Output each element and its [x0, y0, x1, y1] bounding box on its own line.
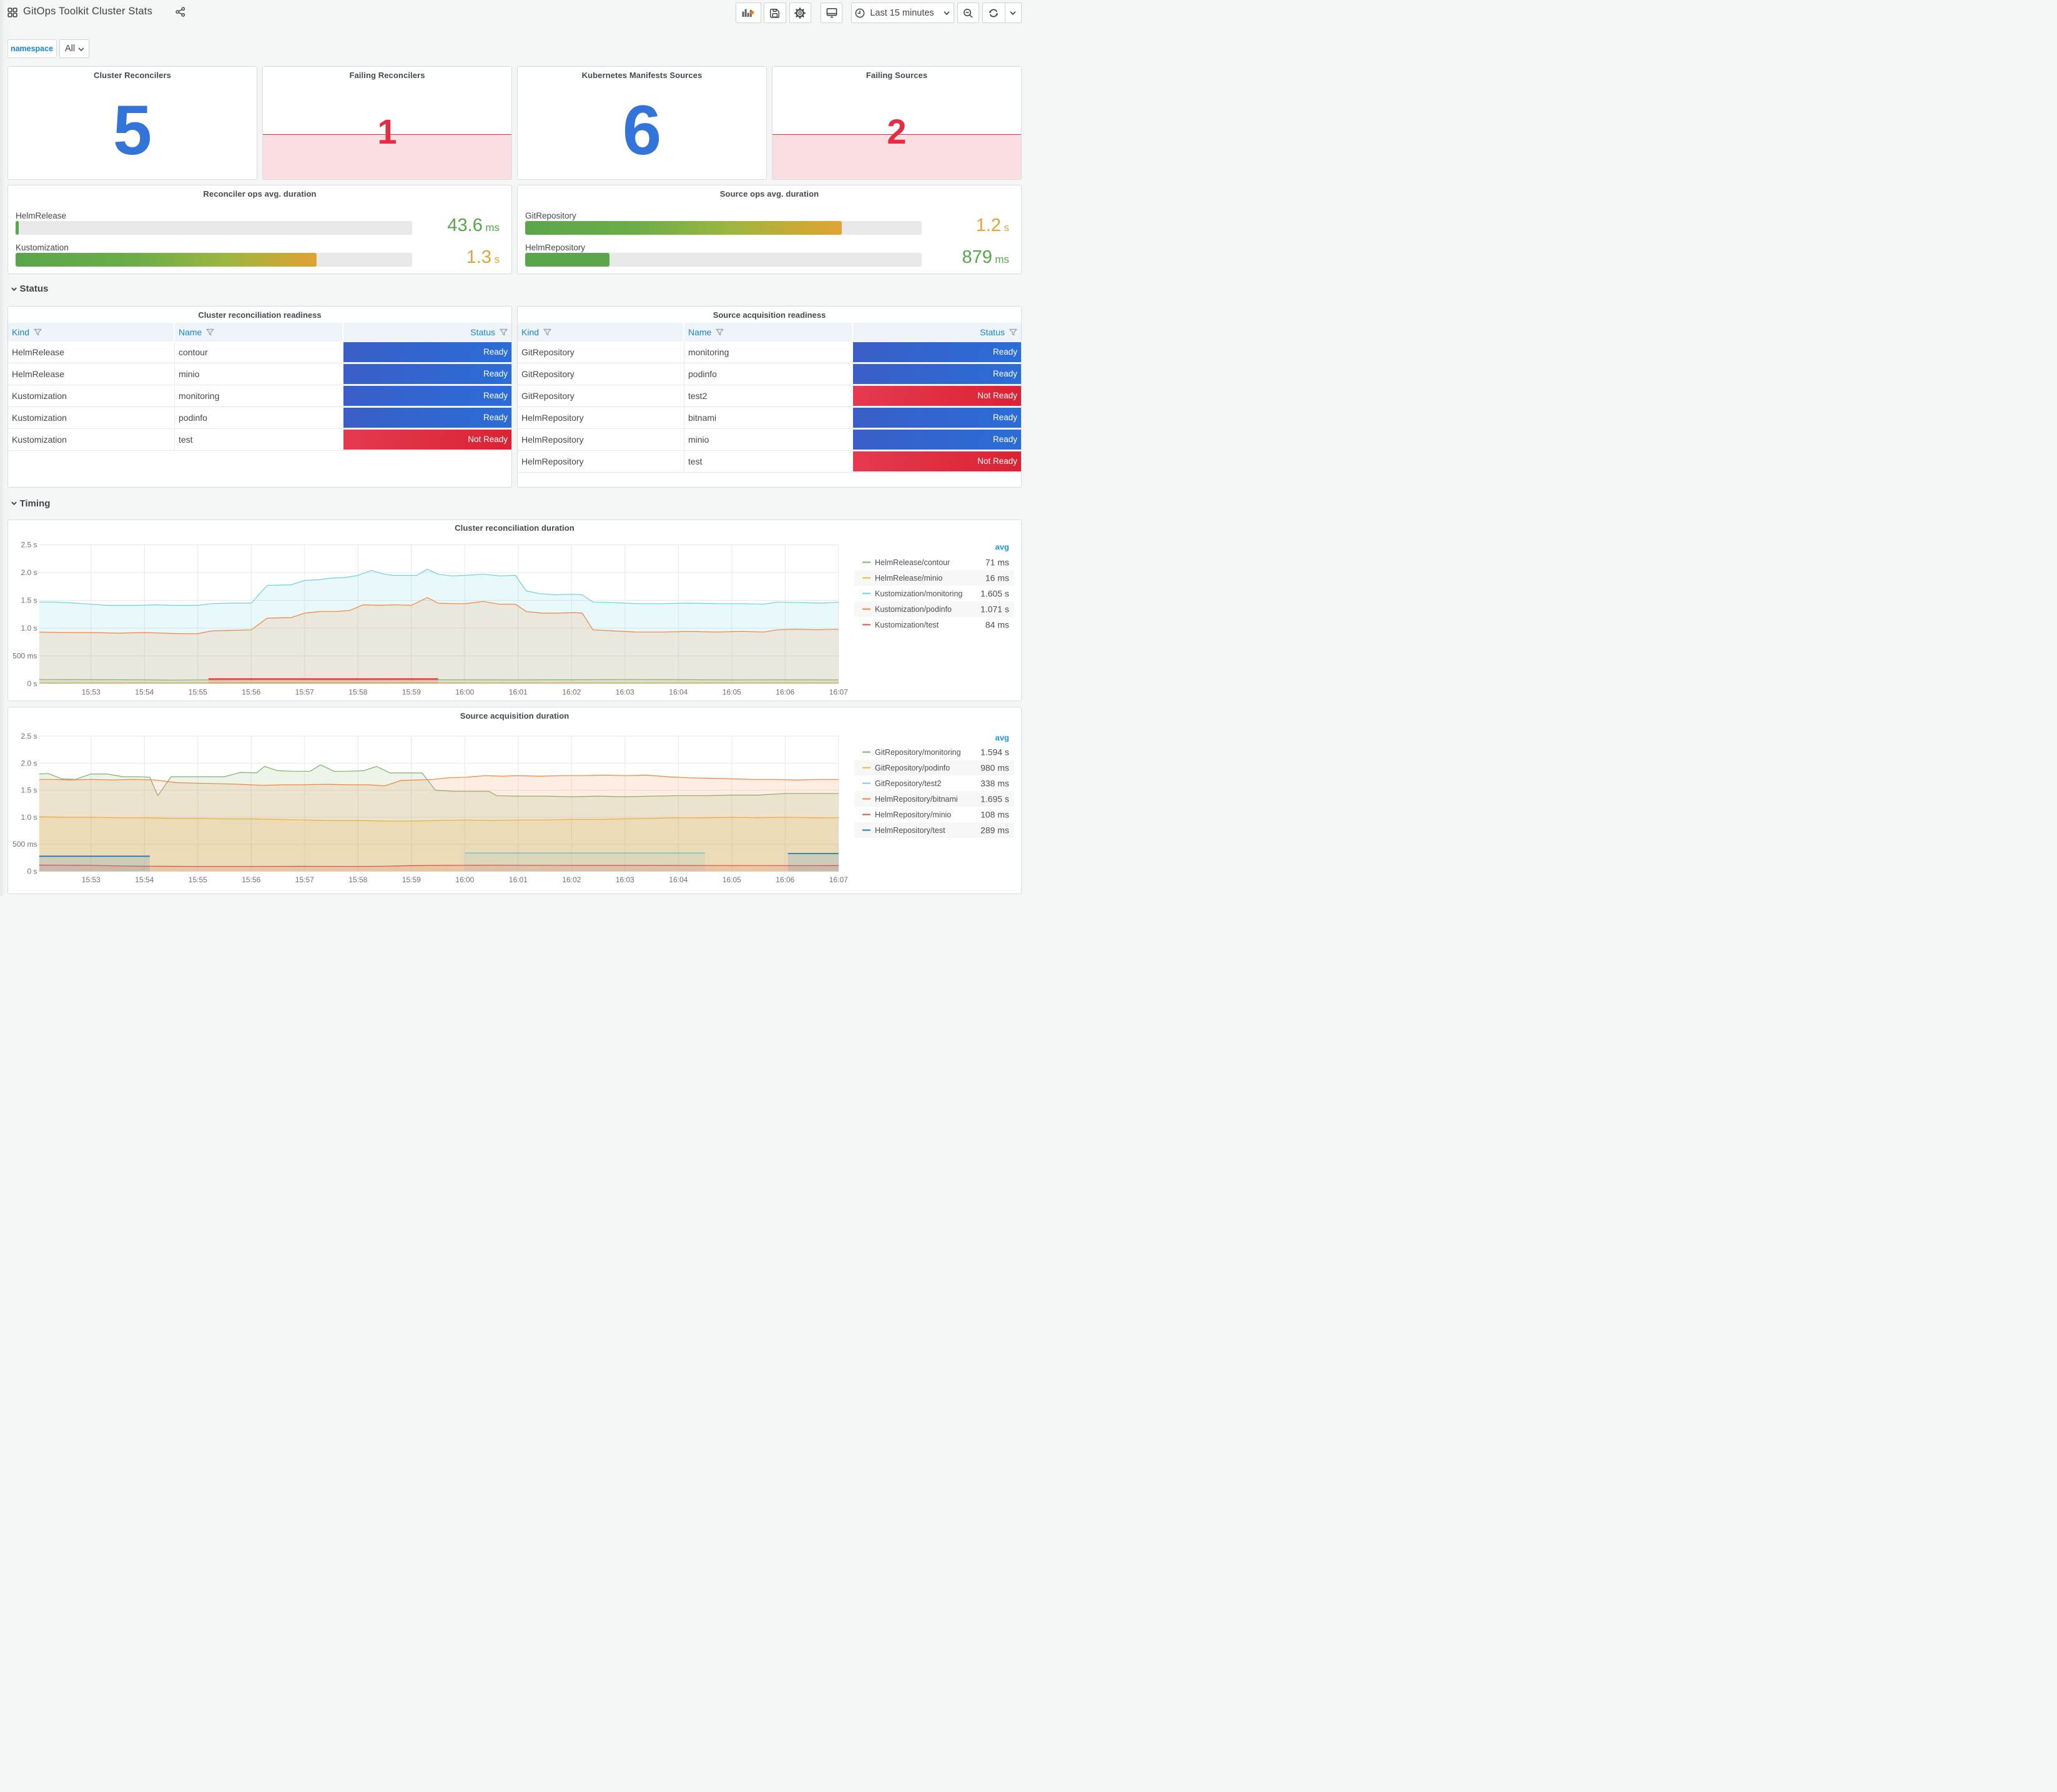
svg-text:16:07: 16:07 — [829, 687, 848, 696]
svg-text:500 ms: 500 ms — [12, 840, 37, 849]
svg-text:1.0 s: 1.0 s — [21, 624, 37, 633]
svg-text:16:01: 16:01 — [509, 875, 528, 884]
svg-text:16:00: 16:00 — [455, 687, 474, 696]
svg-text:338 ms: 338 ms — [980, 779, 1009, 789]
svg-text:HelmRelease/contour: HelmRelease/contour — [875, 558, 950, 567]
svg-text:15:54: 15:54 — [135, 875, 154, 884]
svg-text:16:00: 16:00 — [455, 875, 474, 884]
svg-text:GitRepository/test2: GitRepository/test2 — [875, 779, 941, 788]
svg-text:1.0 s: 1.0 s — [21, 813, 37, 822]
svg-text:15:54: 15:54 — [135, 687, 154, 696]
svg-text:1.5 s: 1.5 s — [21, 596, 37, 604]
svg-text:0 s: 0 s — [27, 679, 37, 688]
svg-text:16:04: 16:04 — [669, 687, 688, 696]
svg-text:108 ms: 108 ms — [980, 810, 1009, 820]
svg-text:1.605 s: 1.605 s — [980, 588, 1009, 598]
svg-text:71 ms: 71 ms — [985, 557, 1009, 567]
svg-text:16:02: 16:02 — [562, 687, 581, 696]
svg-text:16:06: 16:06 — [776, 875, 794, 884]
svg-text:15:57: 15:57 — [295, 687, 314, 696]
svg-text:289 ms: 289 ms — [980, 825, 1009, 835]
svg-text:1.594 s: 1.594 s — [980, 747, 1009, 757]
svg-text:1.071 s: 1.071 s — [980, 604, 1009, 614]
svg-text:16 ms: 16 ms — [985, 573, 1009, 583]
svg-text:16:01: 16:01 — [509, 687, 528, 696]
svg-text:15:53: 15:53 — [82, 687, 101, 696]
svg-text:avg: avg — [995, 542, 1009, 551]
svg-text:HelmRelease/minio: HelmRelease/minio — [875, 574, 942, 583]
svg-text:2.5 s: 2.5 s — [21, 540, 37, 549]
svg-text:15:53: 15:53 — [82, 875, 101, 884]
svg-text:16:03: 16:03 — [616, 687, 634, 696]
svg-text:84 ms: 84 ms — [985, 619, 1009, 629]
svg-text:16:06: 16:06 — [776, 687, 794, 696]
svg-text:1.695 s: 1.695 s — [980, 794, 1009, 804]
svg-text:15:58: 15:58 — [348, 687, 367, 696]
svg-text:GitRepository/podinfo: GitRepository/podinfo — [875, 764, 950, 772]
svg-text:2.0 s: 2.0 s — [21, 759, 37, 767]
svg-text:Kustomization/podinfo: Kustomization/podinfo — [875, 605, 952, 614]
svg-text:16:02: 16:02 — [562, 875, 581, 884]
svg-text:15:58: 15:58 — [348, 875, 367, 884]
svg-text:HelmRepository/minio: HelmRepository/minio — [875, 810, 951, 819]
svg-text:2.5 s: 2.5 s — [21, 732, 37, 741]
svg-text:2.0 s: 2.0 s — [21, 568, 37, 577]
svg-text:Kustomization/monitoring: Kustomization/monitoring — [875, 589, 962, 598]
svg-text:16:05: 16:05 — [723, 687, 741, 696]
svg-text:0 s: 0 s — [27, 867, 37, 876]
svg-text:15:59: 15:59 — [402, 687, 421, 696]
svg-text:Kustomization/test: Kustomization/test — [875, 621, 939, 629]
svg-text:15:55: 15:55 — [189, 687, 207, 696]
svg-text:980 ms: 980 ms — [980, 763, 1009, 773]
svg-text:15:56: 15:56 — [242, 875, 260, 884]
svg-text:15:57: 15:57 — [295, 875, 314, 884]
svg-text:HelmRepository/test: HelmRepository/test — [875, 826, 945, 835]
svg-text:avg: avg — [995, 733, 1009, 742]
svg-text:500 ms: 500 ms — [12, 651, 37, 660]
svg-text:16:07: 16:07 — [829, 875, 848, 884]
svg-text:15:56: 15:56 — [242, 687, 260, 696]
svg-text:15:55: 15:55 — [189, 875, 207, 884]
svg-text:GitRepository/monitoring: GitRepository/monitoring — [875, 748, 961, 757]
svg-text:15:59: 15:59 — [402, 875, 421, 884]
svg-text:16:04: 16:04 — [669, 875, 688, 884]
svg-text:HelmRepository/bitnami: HelmRepository/bitnami — [875, 795, 958, 804]
svg-text:16:03: 16:03 — [616, 875, 634, 884]
svg-text:16:05: 16:05 — [723, 875, 741, 884]
svg-text:1.5 s: 1.5 s — [21, 786, 37, 795]
